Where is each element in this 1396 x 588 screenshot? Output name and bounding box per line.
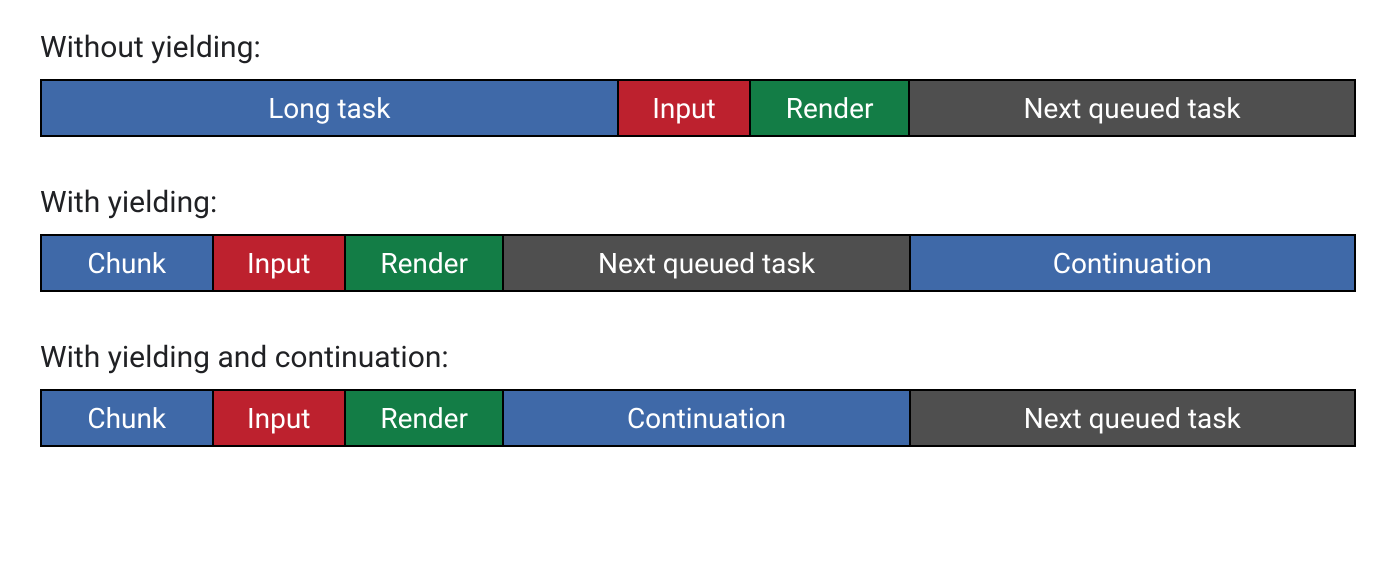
row-with-yielding: With yielding: Chunk Input Render Next q… <box>40 185 1356 292</box>
segment-chunk: Chunk <box>42 391 214 445</box>
section-title: Without yielding: <box>40 30 1356 65</box>
task-bar: Long task Input Render Next queued task <box>40 79 1356 137</box>
segment-input: Input <box>214 391 346 445</box>
segment-continuation: Continuation <box>911 236 1354 290</box>
segment-render: Render <box>346 391 504 445</box>
row-without-yielding: Without yielding: Long task Input Render… <box>40 30 1356 137</box>
segment-continuation: Continuation <box>504 391 910 445</box>
segment-chunk: Chunk <box>42 236 214 290</box>
section-title: With yielding and continuation: <box>40 340 1356 375</box>
segment-next-queued-task: Next queued task <box>910 81 1354 135</box>
section-title: With yielding: <box>40 185 1356 220</box>
segment-input: Input <box>214 236 346 290</box>
segment-long-task: Long task <box>42 81 619 135</box>
row-with-yielding-and-continuation: With yielding and continuation: Chunk In… <box>40 340 1356 447</box>
segment-render: Render <box>346 236 504 290</box>
task-bar: Chunk Input Render Next queued task Cont… <box>40 234 1356 292</box>
segment-render: Render <box>751 81 910 135</box>
segment-next-queued-task: Next queued task <box>911 391 1354 445</box>
segment-input: Input <box>619 81 752 135</box>
task-bar: Chunk Input Render Continuation Next que… <box>40 389 1356 447</box>
segment-next-queued-task: Next queued task <box>504 236 910 290</box>
